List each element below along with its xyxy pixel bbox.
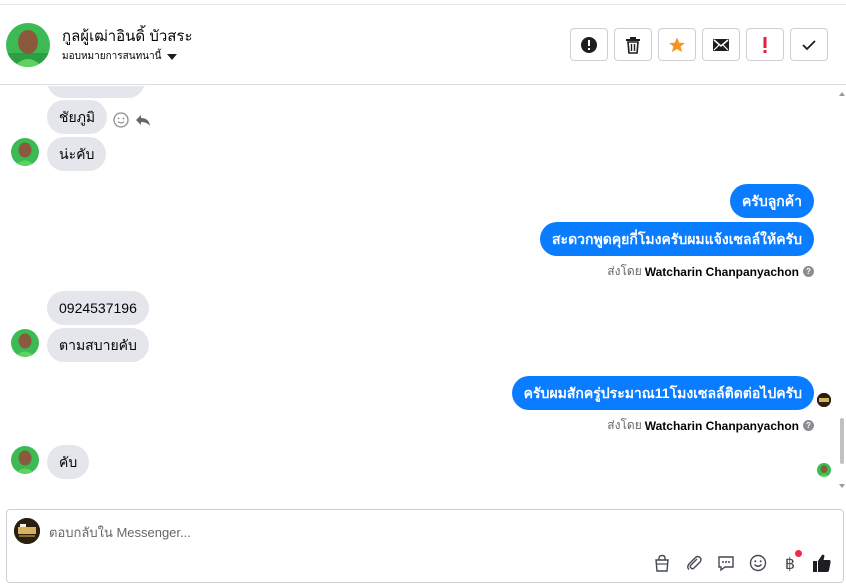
composer-toolbar: ฿ [651, 550, 833, 574]
shop-button[interactable] [651, 552, 673, 574]
sent-by-prefix: ส่งโดย [607, 418, 642, 432]
reply-composer: ฿ [6, 509, 844, 583]
smiley-icon [749, 554, 767, 572]
emoji-react-icon[interactable] [113, 112, 129, 128]
message-bubble-partial [47, 86, 145, 98]
saved-replies-button[interactable] [715, 552, 737, 574]
trash-icon [626, 36, 640, 54]
payment-button[interactable]: ฿ [779, 550, 802, 574]
message-bubble-incoming[interactable]: ชัยภูมิ [47, 100, 108, 134]
message-bubble-outgoing[interactable]: สะดวกพูดคุยกี่โมงครับผมแจ้งเซลล์ให้ครับ [540, 222, 814, 256]
assign-label: มอบหมายการสนทนานี้ [62, 51, 162, 62]
attach-button[interactable] [683, 552, 705, 574]
help-icon[interactable]: ? [803, 266, 814, 277]
message-thread: ชัยภูมิ น่ะคับ ครับลูกค้า สะดวกพูดคุยกี่… [0, 86, 838, 506]
message-bubble-incoming[interactable]: 0924537196 [47, 291, 149, 325]
shopping-bag-icon [655, 554, 669, 572]
like-button[interactable] [811, 552, 833, 574]
thumbs-up-icon [813, 554, 831, 572]
header-actions [570, 28, 828, 61]
reply-icon[interactable] [135, 112, 151, 128]
envelope-icon [713, 38, 729, 51]
sent-by-label: ส่งโดย Watcharin Chanpanyachon ? [607, 262, 814, 281]
contact-name[interactable]: กูลผู้เฒ่าอินดิ้ บัวสระ [62, 24, 193, 48]
emoji-button[interactable] [747, 552, 769, 574]
scroll-thumb[interactable] [840, 418, 844, 464]
reply-input[interactable] [49, 522, 809, 542]
message-bubble-outgoing[interactable]: ครับลูกค้า [729, 184, 814, 218]
message-bubble-incoming[interactable]: น่ะคับ [47, 137, 107, 171]
baht-icon: ฿ [784, 553, 796, 573]
message-bubble-incoming[interactable]: ตามสบายคับ [47, 328, 149, 362]
check-icon [802, 39, 816, 50]
conversation-header: กูลผู้เฒ่าอินดิ้ บัวสระ มอบหมายการสนทนาน… [0, 5, 846, 85]
chat-bubble-icon [718, 556, 734, 572]
sender-avatar[interactable] [11, 138, 39, 166]
help-icon[interactable]: ? [803, 420, 814, 431]
sent-by-name: Watcharin Chanpanyachon [644, 418, 799, 433]
sent-by-label: ส่งโดย Watcharin Chanpanyachon ? [607, 416, 814, 435]
notification-dot [795, 550, 802, 557]
follow-up-button[interactable] [746, 28, 784, 61]
message-actions [113, 112, 151, 128]
contact-avatar[interactable] [6, 23, 50, 67]
message-bubble-incoming[interactable]: คับ [47, 445, 90, 479]
assign-conversation-dropdown[interactable]: มอบหมายการสนทนานี้ [62, 49, 178, 64]
paperclip-icon [687, 555, 702, 570]
star-icon [669, 37, 685, 52]
delete-button[interactable] [614, 28, 652, 61]
star-button[interactable] [658, 28, 696, 61]
mark-unread-button[interactable] [702, 28, 740, 61]
mark-done-button[interactable] [790, 28, 828, 61]
spam-button[interactable] [570, 28, 608, 61]
customer-seen-avatar [817, 463, 831, 477]
message-bubble-outgoing[interactable]: ครับผมสักครู่ประมาณ11โมงเซลล์ติดต่อไปครั… [511, 376, 814, 410]
sent-by-name: Watcharin Chanpanyachon [644, 264, 799, 279]
alert-circle-icon [581, 36, 597, 53]
sent-by-prefix: ส่งโดย [607, 264, 642, 278]
page-seen-avatar [817, 393, 831, 407]
message-scrollbar[interactable] [838, 86, 846, 506]
sender-avatar[interactable] [11, 329, 39, 357]
page-avatar [14, 518, 40, 544]
scroll-up-icon[interactable] [839, 92, 845, 96]
caret-down-icon [167, 53, 178, 60]
exclamation-icon [763, 36, 767, 53]
scroll-down-icon[interactable] [839, 484, 845, 488]
sender-avatar[interactable] [11, 446, 39, 474]
